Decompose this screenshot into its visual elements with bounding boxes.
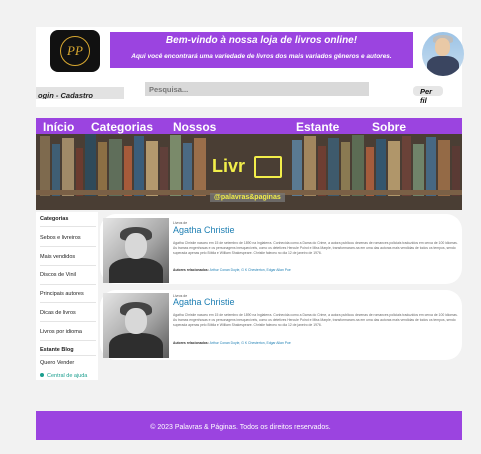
help-center-label: Central de ajuda: [47, 373, 88, 379]
sidebar-blog-title: Estante Blog: [40, 347, 74, 353]
related-authors: Autores relacionados: Arthur Conan Doyle…: [173, 268, 291, 272]
sidebar-item-quero-vender[interactable]: Quero Vender: [40, 360, 74, 366]
help-dot-icon: [40, 373, 44, 377]
footer-copyright: © 2023 Palavras & Páginas. Todos os dire…: [150, 424, 331, 431]
related-authors-label: Autores relacionados:: [173, 268, 209, 272]
banner-subtitle: Aqui você encontrará uma variedade de li…: [131, 53, 392, 60]
store-logo[interactable]: PP: [50, 30, 100, 72]
related-authors-links[interactable]: Arthur Conan Doyle, G K Chesterton, Edga…: [210, 341, 291, 345]
logo-emblem-icon: PP: [60, 36, 90, 66]
sidebar-item-mais-vendidos[interactable]: Mais vendidos: [40, 254, 75, 260]
welcome-banner: Bem-vindo à nossa loja de livros online!…: [110, 32, 413, 68]
sidebar-item-principais-autores[interactable]: Principais autores: [40, 291, 84, 297]
user-avatar[interactable]: [422, 32, 464, 76]
login-signup-label: ogin - Cadastro: [38, 91, 94, 99]
help-center-link[interactable]: Central de ajuda: [40, 373, 87, 379]
sidebar-item-dicas-de-livros[interactable]: Dicas de livros: [40, 310, 76, 316]
author-bio: Agatha Christie nasceu em 15 de setembro…: [173, 313, 458, 328]
nav-item-estante[interactable]: Estante: [296, 120, 356, 134]
hero-social-handle[interactable]: @palavras&paginas: [210, 193, 285, 202]
sidebar-item-discos-de-vinil[interactable]: Discos de Vinil: [40, 272, 76, 278]
related-authors-links[interactable]: Arthur Conan Doyle, G K Chesterton, Edga…: [210, 268, 291, 272]
nav-item-inicio[interactable]: Início: [43, 120, 74, 134]
profile-label: Per fil: [420, 87, 433, 105]
related-authors: Autores relacionados: Arthur Conan Doyle…: [173, 341, 291, 345]
author-portrait: [103, 293, 169, 358]
nav-item-categorias[interactable]: Categorias: [91, 120, 153, 134]
login-signup-link[interactable]: ogin - Cadastro: [36, 87, 124, 99]
hero-bookshelf-image: Livr @palavras&paginas: [36, 134, 462, 210]
sidebar-item-sebos[interactable]: Sebos e livreiros: [40, 235, 81, 241]
related-authors-label: Autores relacionados:: [173, 341, 209, 345]
banner-title: Bem-vindo à nossa loja de livros online!: [165, 35, 358, 46]
author-name[interactable]: Agatha Christie: [173, 297, 235, 307]
search-input[interactable]: [145, 82, 369, 96]
author-name[interactable]: Agatha Christie: [173, 225, 235, 235]
sidebar-item-livros-por-idioma[interactable]: Livros por idioma: [40, 329, 82, 335]
author-portrait: [103, 218, 169, 283]
hero-logo-text: Livr: [212, 156, 246, 176]
book-icon: [254, 156, 282, 178]
author-bio: Agatha Christie nasceu em 15 de setembro…: [173, 241, 458, 256]
sidebar-categories-title: Categorias: [40, 216, 69, 222]
